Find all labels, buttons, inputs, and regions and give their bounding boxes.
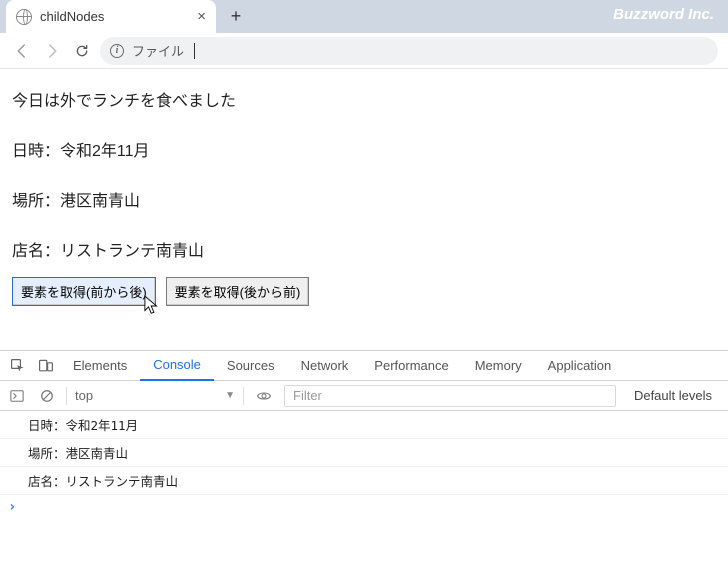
tab-elements[interactable]: Elements [60,351,140,381]
clear-icon [40,389,54,403]
devtools-tabs: Elements Console Sources Network Perform… [0,351,728,381]
address-text: ファイル [132,41,184,60]
back-button[interactable] [10,39,34,63]
context-value: top [75,388,219,403]
get-elements-backward-button[interactable]: 要素を取得(後から前) [166,277,310,306]
devtools-panel: Elements Console Sources Network Perform… [0,350,728,580]
chevron-down-icon: ▼ [225,390,235,401]
clear-console-button[interactable] [36,389,58,403]
globe-icon [16,9,32,25]
tab-network[interactable]: Network [288,351,362,381]
execution-context-select[interactable]: top ▼ [75,388,235,403]
eye-icon [256,388,272,404]
inspect-element-button[interactable] [4,358,32,374]
separator [243,387,244,405]
browser-tab[interactable]: childNodes × [6,0,216,33]
brand-label: Buzzword Inc. [613,6,714,23]
device-toolbar-button[interactable] [32,358,60,374]
browser-toolbar: i ファイル [0,33,728,69]
live-expression-button[interactable] [252,388,276,404]
info-icon: i [110,44,124,58]
button-row: 要素を取得(前から後) 要素を取得(後から前) [12,277,716,306]
console-log: 日時：令和2年11月 [0,411,728,439]
page-heading: 今日は外でランチを食べました [12,87,716,111]
filter-placeholder: Filter [293,388,322,403]
tab-title: childNodes [40,9,189,24]
console-prompt[interactable] [0,495,728,519]
console-filter-input[interactable]: Filter [284,385,616,407]
console-log: 場所：港区南青山 [0,439,728,467]
reload-button[interactable] [70,39,94,63]
tab-sources[interactable]: Sources [214,351,288,381]
tab-performance[interactable]: Performance [361,351,461,381]
text-cursor [194,43,195,59]
device-icon [38,358,54,374]
forward-button[interactable] [40,39,64,63]
reload-icon [74,43,90,59]
inspect-icon [10,358,26,374]
console-sidebar-toggle[interactable] [6,389,28,403]
tab-memory[interactable]: Memory [462,351,535,381]
close-icon[interactable]: × [197,8,206,25]
page-line: 店名：リストランテ南青山 [12,237,716,261]
separator [66,387,67,405]
titlebar: childNodes × + Buzzword Inc. [0,0,728,33]
tab-application[interactable]: Application [535,351,625,381]
console-log: 店名：リストランテ南青山 [0,467,728,495]
arrow-left-icon [13,42,31,60]
address-bar[interactable]: i ファイル [100,37,718,65]
tab-console[interactable]: Console [140,351,214,381]
console-body[interactable]: 日時：令和2年11月 場所：港区南青山 店名：リストランテ南青山 [0,411,728,580]
sidebar-icon [10,389,24,403]
levels-label: Default levels [634,388,712,403]
console-toolbar: top ▼ Filter Default levels [0,381,728,411]
log-levels-select[interactable]: Default levels [624,388,722,403]
arrow-right-icon [43,42,61,60]
page-content: 今日は外でランチを食べました 日時：令和2年11月 場所：港区南青山 店名：リス… [0,69,728,350]
page-line: 日時：令和2年11月 [12,137,716,161]
page-line: 場所：港区南青山 [12,187,716,211]
new-tab-button[interactable]: + [222,3,250,31]
get-elements-forward-button[interactable]: 要素を取得(前から後) [12,277,156,306]
